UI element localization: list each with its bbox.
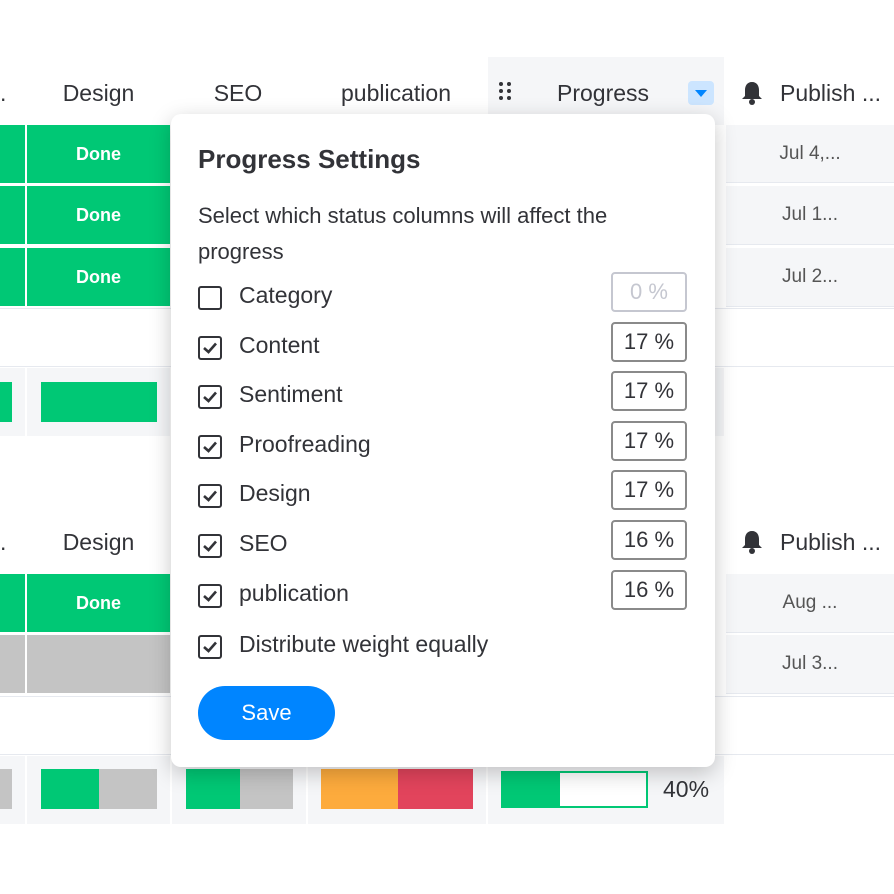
distribute-label: Distribute weight equally [239, 631, 489, 657]
summary-status-bar-empty [240, 769, 293, 809]
design-status-cell[interactable] [27, 635, 170, 693]
weight-percent-input[interactable]: 17 % [611, 421, 687, 461]
progress-label: 40% [663, 776, 710, 802]
design-status-cell[interactable]: Done [27, 574, 170, 632]
status-cell[interactable] [0, 635, 25, 693]
column-checkbox[interactable] [198, 584, 222, 608]
date-cell[interactable]: Jul 3... [726, 635, 894, 694]
bell-icon [740, 529, 764, 560]
date-cell[interactable]: Aug ... [726, 574, 894, 633]
chevron-down-icon[interactable] [688, 81, 714, 105]
weight-percent-input[interactable]: 17 % [611, 371, 687, 411]
progress-settings-dialog: Progress Settings Select which status co… [171, 114, 715, 767]
column-header-publication[interactable]: publication [310, 80, 482, 107]
check-icon [203, 342, 217, 354]
check-icon [203, 391, 217, 403]
summary-status-bar-stuck [398, 769, 473, 809]
date-cell[interactable]: Jul 2... [726, 248, 894, 307]
progress-bar-fill [503, 773, 561, 806]
column-option-label: Category [239, 282, 333, 308]
column-option-label: SEO [239, 530, 288, 556]
design-status-cell[interactable]: Done [27, 248, 170, 306]
column-header-progress: Progress [557, 80, 650, 106]
summary-status-bar [0, 769, 12, 809]
column-checkbox[interactable] [198, 336, 222, 360]
progress-bar [501, 771, 648, 808]
distribute-checkbox[interactable] [198, 635, 222, 659]
column-header-publish[interactable]: Publish ... [780, 529, 881, 556]
check-icon [203, 490, 217, 502]
column-header-truncated[interactable]: . [0, 80, 6, 107]
weight-percent-input[interactable]: 16 % [611, 520, 687, 560]
column-checkbox[interactable] [198, 435, 222, 459]
weight-percent-input[interactable]: 16 % [611, 570, 687, 610]
column-checkbox[interactable] [198, 484, 222, 508]
dialog-title: Progress Settings [198, 144, 421, 174]
column-option-label: Content [239, 332, 320, 358]
date-cell[interactable]: Jul 4,... [726, 125, 894, 183]
bell-icon [740, 80, 764, 111]
column-header-design[interactable]: Design [26, 529, 171, 556]
column-option-label: publication [239, 580, 349, 606]
status-cell[interactable] [0, 574, 25, 632]
column-option-label: Proofreading [239, 431, 371, 457]
summary-status-bar [0, 382, 12, 422]
check-icon [203, 641, 217, 653]
column-header-seo[interactable]: SEO [174, 80, 302, 107]
check-icon [203, 540, 217, 552]
design-status-cell[interactable]: Done [27, 186, 170, 244]
summary-status-bar-working [321, 769, 398, 809]
check-icon [203, 441, 217, 453]
status-cell[interactable] [0, 125, 25, 183]
column-checkbox[interactable] [198, 286, 222, 310]
design-status-cell[interactable]: Done [27, 125, 170, 183]
column-checkbox[interactable] [198, 385, 222, 409]
column-header-design[interactable]: Design [26, 80, 171, 107]
save-button[interactable]: Save [198, 686, 335, 740]
summary-status-bar [41, 382, 157, 422]
column-header-truncated[interactable]: . [0, 529, 6, 556]
summary-status-bar-done [41, 769, 99, 809]
column-checkbox[interactable] [198, 534, 222, 558]
status-cell[interactable] [0, 186, 25, 244]
status-cell[interactable] [0, 248, 25, 306]
summary-status-bar-empty [99, 769, 157, 809]
column-option-label: Design [239, 480, 311, 506]
column-option-label: Sentiment [239, 381, 343, 407]
weight-percent-input: 0 % [611, 272, 687, 312]
weight-percent-input[interactable]: 17 % [611, 470, 687, 510]
drag-handle-icon[interactable] [498, 81, 512, 110]
summary-status-bar-done [186, 769, 240, 809]
column-header-publish[interactable]: Publish ... [780, 80, 881, 107]
date-cell[interactable]: Jul 1... [726, 186, 894, 245]
check-icon [203, 590, 217, 602]
dialog-description: Select which status columns will affect … [198, 203, 608, 264]
weight-percent-input[interactable]: 17 % [611, 322, 687, 362]
